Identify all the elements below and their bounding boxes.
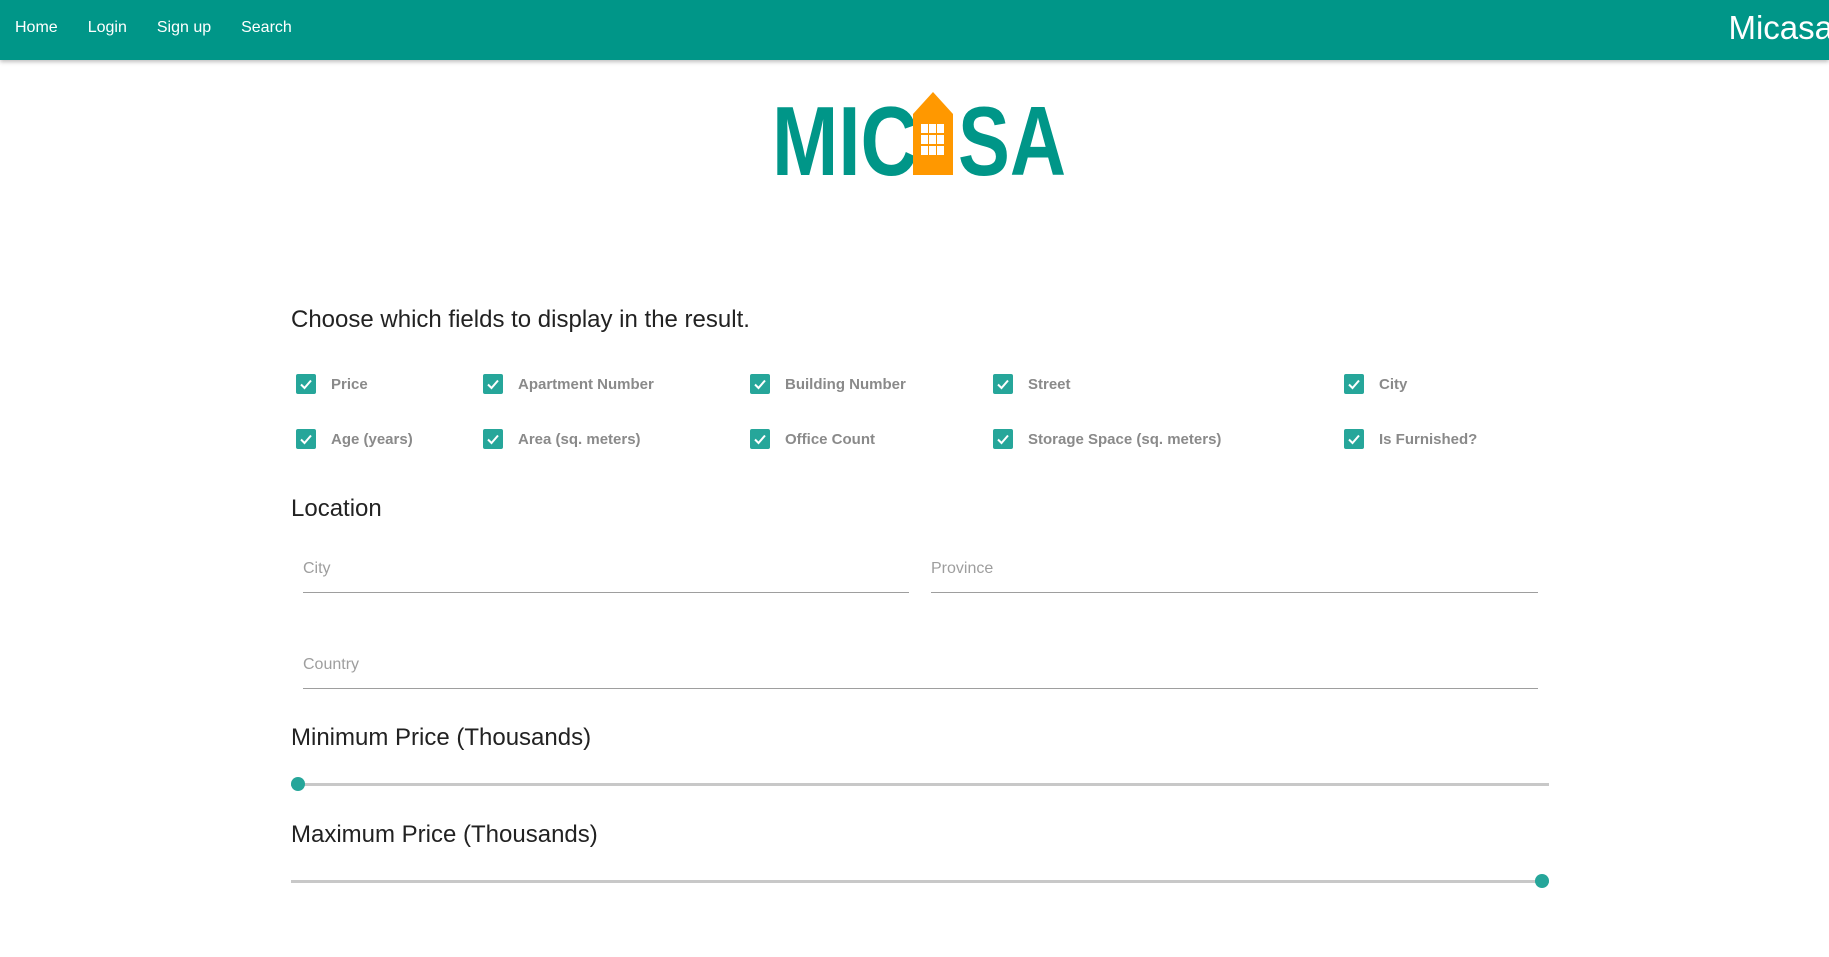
- country-field: [303, 641, 1538, 689]
- checkbox-label: Storage Space (sq. meters): [1028, 430, 1222, 448]
- checkbox-label: Office Count: [785, 430, 875, 448]
- checkbox-apartment-number[interactable]: Apartment Number: [483, 374, 654, 394]
- country-input[interactable]: [303, 641, 1538, 681]
- province-input[interactable]: [931, 545, 1538, 585]
- checkbox-label: Price: [331, 375, 368, 393]
- checkbox-label: Age (years): [331, 430, 413, 448]
- checkbox-office-count[interactable]: Office Count: [750, 429, 875, 449]
- logo-letters-mic: MIC: [772, 92, 918, 180]
- checkbox-label: Building Number: [785, 375, 906, 393]
- nav-links: Home Login Sign up Search: [0, 0, 307, 60]
- slider-thumb[interactable]: [1535, 874, 1549, 888]
- slider-thumb[interactable]: [291, 777, 305, 791]
- checkbox-label: Street: [1028, 375, 1071, 393]
- nav-signup-link[interactable]: Sign up: [142, 0, 226, 60]
- province-field: [931, 545, 1538, 593]
- checkbox-price[interactable]: Price: [296, 374, 368, 394]
- checkbox-is-furnished[interactable]: Is Furnished?: [1344, 429, 1477, 449]
- city-field: [303, 545, 909, 593]
- checkbox-storage-space[interactable]: Storage Space (sq. meters): [993, 429, 1221, 449]
- checkbox-checked-icon: [1344, 429, 1364, 449]
- nav-home-link[interactable]: Home: [0, 0, 73, 60]
- max-price-heading: Maximum Price (Thousands): [291, 821, 598, 848]
- checkbox-checked-icon: [993, 374, 1013, 394]
- fields-heading: Choose which fields to display in the re…: [291, 306, 750, 333]
- nav-login-link[interactable]: Login: [73, 0, 142, 60]
- checkbox-label: Area (sq. meters): [518, 430, 641, 448]
- max-price-slider[interactable]: [291, 871, 1549, 891]
- checkbox-city[interactable]: City: [1344, 374, 1407, 394]
- checkbox-checked-icon: [750, 374, 770, 394]
- checkbox-street[interactable]: Street: [993, 374, 1071, 394]
- min-price-slider[interactable]: [291, 774, 1549, 794]
- checkbox-area[interactable]: Area (sq. meters): [483, 429, 641, 449]
- checkbox-checked-icon: [993, 429, 1013, 449]
- house-icon: [913, 92, 953, 175]
- slider-track[interactable]: [291, 783, 1549, 786]
- checkbox-label: Is Furnished?: [1379, 430, 1478, 448]
- nav-search-link[interactable]: Search: [226, 0, 307, 60]
- checkbox-building-number[interactable]: Building Number: [750, 374, 906, 394]
- checkbox-checked-icon: [1344, 374, 1364, 394]
- checkbox-label: Apartment Number: [518, 375, 654, 393]
- brand-title[interactable]: Micasa: [1728, 0, 1829, 60]
- checkbox-age[interactable]: Age (years): [296, 429, 413, 449]
- slider-track[interactable]: [291, 880, 1549, 883]
- checkbox-checked-icon: [296, 374, 316, 394]
- location-heading: Location: [291, 495, 382, 522]
- checkbox-checked-icon: [750, 429, 770, 449]
- checkbox-checked-icon: [483, 429, 503, 449]
- city-input[interactable]: [303, 545, 909, 585]
- logo-letters-sa: SA: [958, 92, 1066, 180]
- top-navbar: Home Login Sign up Search Micasa: [0, 0, 1829, 60]
- min-price-heading: Minimum Price (Thousands): [291, 724, 592, 751]
- checkbox-label: City: [1379, 375, 1408, 393]
- checkbox-checked-icon: [483, 374, 503, 394]
- micasa-logo: MIC SA: [772, 92, 1066, 180]
- checkbox-checked-icon: [296, 429, 316, 449]
